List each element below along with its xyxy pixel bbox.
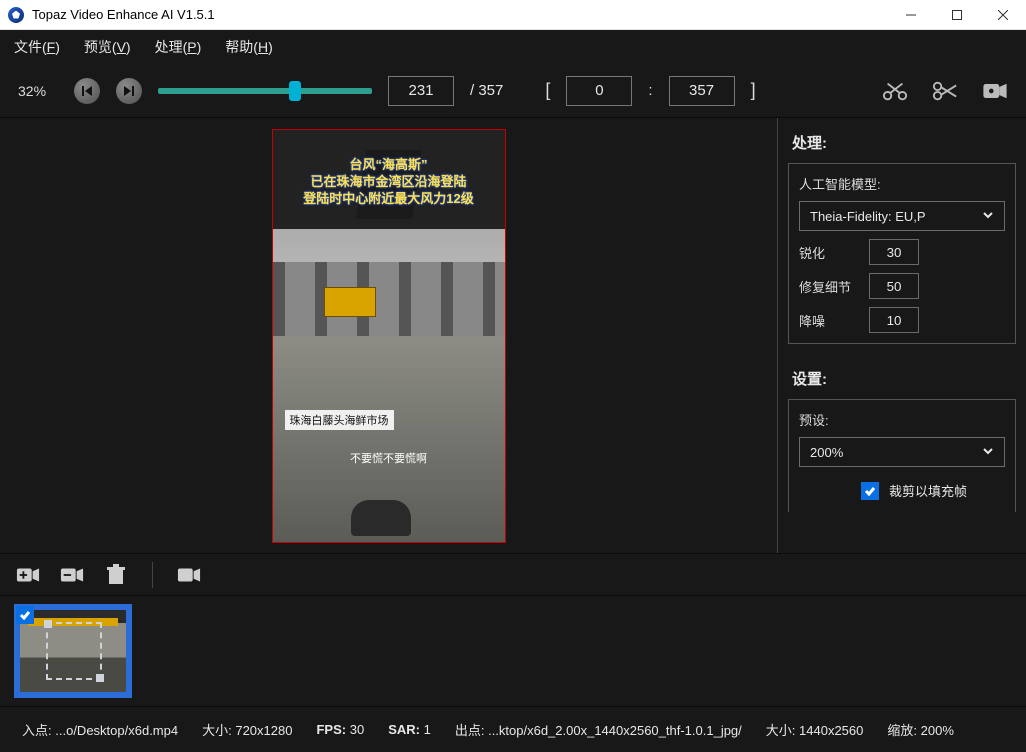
- camera-button[interactable]: [177, 564, 201, 586]
- current-frame-input[interactable]: [388, 76, 454, 106]
- bracket-open: [: [545, 80, 550, 101]
- preset-select[interactable]: 200%: [799, 437, 1005, 467]
- window-close-button[interactable]: [980, 0, 1026, 30]
- video-location-tag: 珠海白藤头海鲜市场: [285, 410, 394, 430]
- chevron-down-icon: [982, 209, 994, 224]
- thumbnail-image: [20, 610, 126, 692]
- window-titlebar: Topaz Video Enhance AI V1.5.1: [0, 0, 1026, 30]
- status-in-size: 大小: 720x1280: [202, 720, 292, 739]
- record-button[interactable]: [982, 81, 1008, 101]
- detail-input[interactable]: [869, 273, 919, 299]
- app-logo: [8, 7, 24, 23]
- frame-separator: / 357: [470, 82, 503, 99]
- timeline-thumb[interactable]: [289, 81, 301, 101]
- add-video-button[interactable]: [16, 564, 40, 586]
- preset-label: 预设:: [799, 410, 1005, 429]
- status-bar: 入点: ...o/Desktop/x6d.mp4 大小: 720x1280 FP…: [0, 706, 1026, 752]
- detail-label: 修复细节: [799, 277, 855, 296]
- model-value: Theia-Fidelity: EU,P: [810, 209, 926, 224]
- status-scale: 缩放: 200%: [887, 720, 954, 739]
- zoom-percent: 32%: [18, 83, 58, 99]
- menu-help[interactable]: 帮助(H): [225, 37, 272, 57]
- menu-process[interactable]: 处理(P): [155, 37, 202, 57]
- denoise-label: 降噪: [799, 311, 855, 330]
- menubar: 文件(F) 预览(V) 处理(P) 帮助(H): [0, 30, 1026, 64]
- range-end-input[interactable]: [669, 76, 735, 106]
- processing-box: 人工智能模型: Theia-Fidelity: EU,P 锐化 修复细节 降噪: [788, 163, 1016, 344]
- status-fps: FPS: 30: [316, 722, 364, 737]
- bottom-toolbar: [0, 554, 1026, 596]
- prev-frame-button[interactable]: [74, 78, 100, 104]
- remove-video-button[interactable]: [60, 564, 84, 586]
- menu-preview[interactable]: 预览(V): [84, 37, 131, 57]
- right-panel: 处理: 人工智能模型: Theia-Fidelity: EU,P 锐化 修复细节…: [777, 118, 1026, 553]
- processing-header: 处理:: [778, 118, 1026, 163]
- window-minimize-button[interactable]: [888, 0, 934, 30]
- model-label: 人工智能模型:: [799, 174, 1005, 193]
- main-area: 台风“海高斯” 已在珠海市金湾区沿海登陆 登陆时中心附近最大风力12级 珠海白藤…: [0, 118, 1026, 554]
- video-frame: 台风“海高斯” 已在珠海市金湾区沿海登陆 登陆时中心附近最大风力12级 珠海白藤…: [273, 130, 505, 542]
- preview-viewport[interactable]: 台风“海高斯” 已在珠海市金湾区沿海登陆 登陆时中心附近最大风力12级 珠海白藤…: [0, 118, 777, 553]
- video-subtitle: 不要慌不要慌啊: [273, 450, 505, 466]
- window-title: Topaz Video Enhance AI V1.5.1: [32, 7, 888, 22]
- toolbar-divider: [152, 562, 153, 588]
- thumbnail-checkbox[interactable]: [16, 606, 34, 624]
- range-colon: :: [648, 82, 652, 99]
- transport-bar: 32% / 357 [ : ]: [0, 64, 1026, 118]
- delete-button[interactable]: [104, 564, 128, 586]
- denoise-input[interactable]: [869, 307, 919, 333]
- bracket-close: ]: [751, 80, 756, 101]
- chevron-down-icon: [982, 445, 994, 460]
- preset-value: 200%: [810, 445, 843, 460]
- thumbnail-strip: [0, 596, 1026, 706]
- next-frame-button[interactable]: [116, 78, 142, 104]
- cut-alt-button[interactable]: [932, 81, 958, 101]
- cut-button[interactable]: [882, 81, 908, 101]
- crop-checkbox[interactable]: [861, 482, 879, 500]
- status-out-size: 大小: 1440x2560: [766, 720, 864, 739]
- crop-overlay-icon: [46, 622, 102, 680]
- timeline-slider[interactable]: [158, 83, 372, 99]
- range-start-input[interactable]: [566, 76, 632, 106]
- menu-file[interactable]: 文件(F): [14, 37, 60, 57]
- model-select[interactable]: Theia-Fidelity: EU,P: [799, 201, 1005, 231]
- thumbnail-item[interactable]: [14, 604, 132, 698]
- sharpen-input[interactable]: [869, 239, 919, 265]
- crop-label: 裁剪以填充帧: [889, 481, 967, 500]
- settings-header: 设置:: [778, 354, 1026, 399]
- video-banner: 台风“海高斯” 已在珠海市金湾区沿海登陆 登陆时中心附近最大风力12级: [273, 156, 505, 207]
- window-maximize-button[interactable]: [934, 0, 980, 30]
- status-sar: SAR: 1: [388, 722, 431, 737]
- settings-box: 预设: 200% 裁剪以填充帧: [788, 399, 1016, 512]
- sharpen-label: 锐化: [799, 243, 855, 262]
- status-in: 入点: ...o/Desktop/x6d.mp4: [22, 720, 178, 739]
- status-out: 出点: ...ktop/x6d_2.00x_1440x2560_thf-1.0.…: [455, 720, 742, 739]
